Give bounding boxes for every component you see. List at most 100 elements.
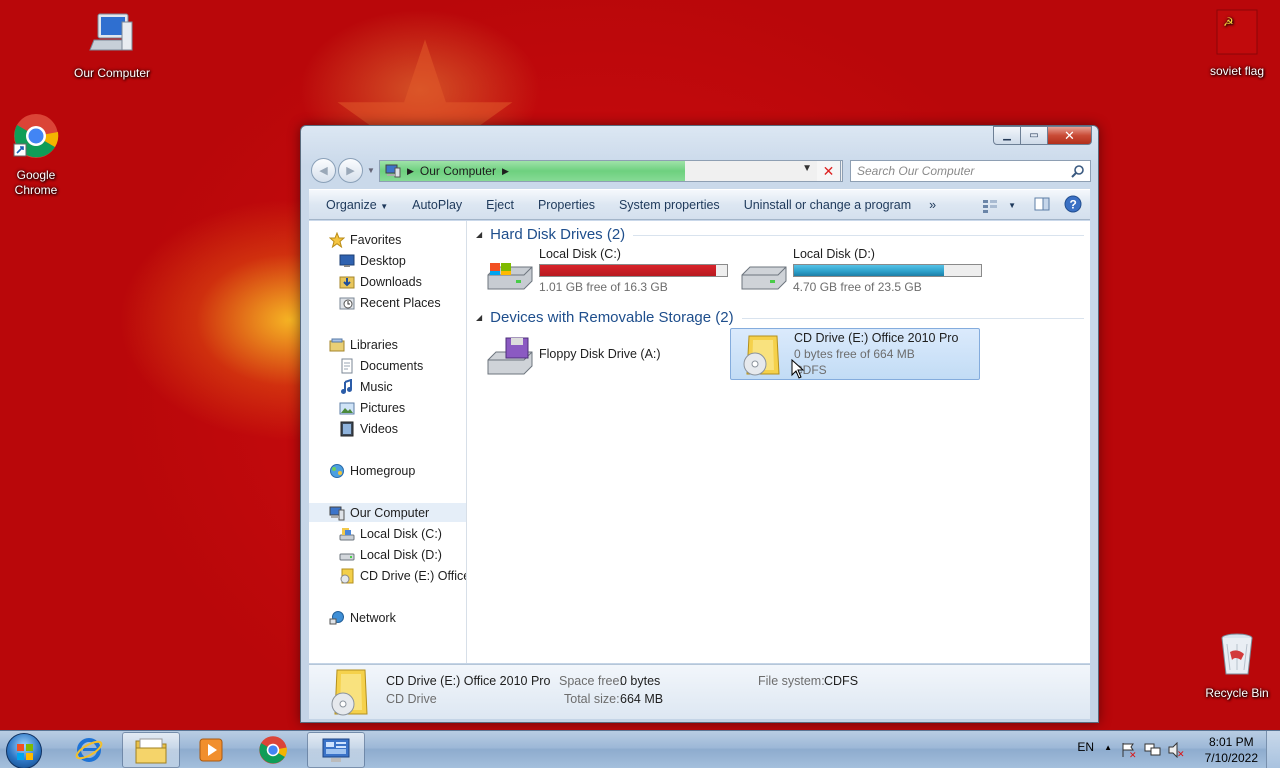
view-options-icon xyxy=(983,199,998,213)
desktop-icon-google-chrome[interactable]: Google Chrome xyxy=(0,112,78,198)
network-icon xyxy=(329,610,344,624)
forward-arrow-icon: ▶ xyxy=(346,165,355,177)
nav-local-disk-d[interactable]: Local Disk (D:) xyxy=(309,545,466,564)
documents-icon xyxy=(341,358,353,373)
drive-tile-a[interactable]: Floppy Disk Drive (A:) xyxy=(476,328,726,380)
nav-network[interactable]: Network xyxy=(309,608,466,627)
details-space-free-value: 0 bytes xyxy=(620,674,661,688)
group-header-removable[interactable]: ◢ Devices with Removable Storage (2) xyxy=(476,307,1084,327)
group-header-hard-disks[interactable]: ◢ Hard Disk Drives (2) xyxy=(476,224,1084,244)
taskbar-media-player[interactable] xyxy=(182,732,240,768)
address-bar[interactable]: ▶ Our Computer ▶ ▼ xyxy=(379,160,843,182)
nav-desktop[interactable]: Desktop xyxy=(309,251,466,270)
nav-label: Recent Places xyxy=(360,295,441,310)
content-pane: ◢ Hard Disk Drives (2) Local Disk (C:) 1… xyxy=(468,221,1090,663)
nav-homegroup[interactable]: Homegroup xyxy=(309,461,466,480)
organize-menu[interactable]: Organize ▼ xyxy=(309,198,400,212)
nav-documents[interactable]: Documents xyxy=(309,356,466,375)
eject-button[interactable]: Eject xyxy=(474,198,526,212)
network-status-icon[interactable] xyxy=(1144,742,1162,758)
close-button[interactable]: ✕ xyxy=(1048,126,1092,145)
preview-pane-icon xyxy=(1034,197,1050,211)
desktop-icon-label: Our Computer xyxy=(73,66,151,80)
language-indicator[interactable]: EN xyxy=(1077,740,1094,754)
details-fs-label: File system: xyxy=(758,674,825,688)
stop-loading-button[interactable]: ✕ xyxy=(817,160,841,182)
videos-icon xyxy=(340,421,354,436)
drive-tile-e[interactable]: CD Drive (E:) Office 2010 Pro 0 bytes fr… xyxy=(730,328,980,380)
start-button[interactable] xyxy=(6,733,42,768)
nav-our-computer[interactable]: Our Computer xyxy=(309,503,466,522)
drive-name: Floppy Disk Drive (A:) xyxy=(539,347,661,361)
search-placeholder: Search Our Computer xyxy=(857,164,975,178)
taskbar-google-chrome[interactable] xyxy=(244,732,302,768)
preview-pane-button[interactable] xyxy=(1024,197,1060,214)
action-center-icon[interactable]: ✕ xyxy=(1120,742,1138,758)
chevron-right-icon[interactable]: ▶ xyxy=(502,166,509,177)
chrome-icon xyxy=(13,114,59,158)
star-icon xyxy=(329,231,345,248)
desktop-icon-label: Google Chrome xyxy=(14,168,58,197)
nav-downloads[interactable]: Downloads xyxy=(309,272,466,291)
help-button[interactable]: ? xyxy=(1060,195,1090,216)
drive-usage-fill xyxy=(540,265,716,276)
group-title: Devices with Removable Storage (2) xyxy=(490,308,734,326)
more-commands-button[interactable]: » xyxy=(923,198,948,212)
forward-button[interactable]: ▶ xyxy=(338,158,363,183)
desktop-icon-recycle-bin[interactable]: Recycle Bin xyxy=(1195,630,1279,701)
address-row: ◀ ▶ ▼ ▶ Our Computer ▶ ▼ ✕ Search Our Co… xyxy=(309,157,1091,183)
nav-libraries[interactable]: Libraries xyxy=(309,335,466,354)
address-history-dropdown[interactable]: ▼ xyxy=(802,163,812,174)
recent-pages-dropdown[interactable]: ▼ xyxy=(367,166,375,175)
svg-text:✕: ✕ xyxy=(1177,750,1185,758)
desktop-icon-label: soviet flag xyxy=(1209,64,1265,78)
desktop-icon-our-computer[interactable]: Our Computer xyxy=(70,10,154,81)
nav-pictures[interactable]: Pictures xyxy=(309,398,466,417)
nav-cd-drive-e[interactable]: CD Drive (E:) Office 2010 Pro xyxy=(309,566,466,585)
show-desktop-button[interactable] xyxy=(1266,731,1280,768)
show-hidden-icons-button[interactable]: ▲ xyxy=(1104,743,1112,752)
taskbar-windows-explorer[interactable] xyxy=(122,732,180,768)
change-view-button[interactable]: ▼ xyxy=(974,199,1024,213)
help-icon: ? xyxy=(1064,195,1082,213)
drive-free-space: 0 bytes free of 664 MB xyxy=(794,347,915,361)
nav-music[interactable]: Music xyxy=(309,377,466,396)
chevron-right-icon[interactable]: ▶ xyxy=(407,166,414,177)
properties-button[interactable]: Properties xyxy=(526,198,607,212)
search-icon[interactable] xyxy=(1071,164,1085,178)
drive-free-space: 4.70 GB free of 23.5 GB xyxy=(793,280,922,294)
system-properties-button[interactable]: System properties xyxy=(607,198,732,212)
pictures-icon xyxy=(339,402,355,414)
nav-videos[interactable]: Videos xyxy=(309,419,466,438)
drive-tile-d[interactable]: Local Disk (D:) 4.70 GB free of 23.5 GB xyxy=(730,243,982,295)
autoplay-button[interactable]: AutoPlay xyxy=(400,198,474,212)
nav-label: Local Disk (D:) xyxy=(360,547,442,562)
back-button[interactable]: ◀ xyxy=(311,158,336,183)
control-panel-icon xyxy=(322,738,350,762)
details-space-free-label: Space free: xyxy=(559,674,623,688)
cd-drive-icon xyxy=(340,568,354,583)
nav-recent-places[interactable]: Recent Places xyxy=(309,293,466,312)
minimize-button[interactable]: ▁ xyxy=(993,126,1021,145)
group-title: Hard Disk Drives (2) xyxy=(490,225,626,243)
taskbar-internet-explorer[interactable] xyxy=(60,732,118,768)
clock[interactable]: 8:01 PM 7/10/2022 xyxy=(1205,734,1258,766)
desktop-icon-soviet-flag[interactable]: ☭ soviet flag xyxy=(1195,8,1279,79)
uninstall-program-button[interactable]: Uninstall or change a program xyxy=(732,198,923,212)
maximize-button[interactable]: ▭ xyxy=(1021,126,1048,145)
floppy-drive-icon xyxy=(487,337,533,375)
collapse-triangle-icon: ◢ xyxy=(476,229,483,239)
downloads-folder-icon xyxy=(339,276,355,288)
folder-icon xyxy=(135,738,167,764)
computer-icon xyxy=(89,13,133,51)
search-input[interactable]: Search Our Computer xyxy=(850,160,1091,182)
volume-muted-icon[interactable]: ✕ xyxy=(1168,742,1186,758)
taskbar-control-panel[interactable] xyxy=(307,732,365,768)
nav-label: Homegroup xyxy=(350,463,416,478)
chevron-down-icon: ▼ xyxy=(380,201,389,211)
navigation-pane: Favorites Desktop Downloads Recent Place… xyxy=(309,221,467,663)
nav-local-disk-c[interactable]: Local Disk (C:) xyxy=(309,524,466,543)
breadcrumb-our-computer[interactable]: Our Computer xyxy=(420,164,496,178)
nav-favorites[interactable]: Favorites xyxy=(309,230,466,249)
drive-tile-c[interactable]: Local Disk (C:) 1.01 GB free of 16.3 GB xyxy=(476,243,728,295)
